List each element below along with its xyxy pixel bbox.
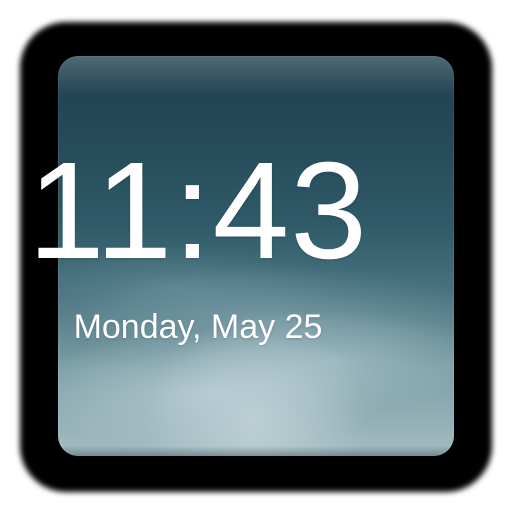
clock-date: Monday, May 25: [73, 308, 323, 346]
bottom-edge: [58, 446, 454, 456]
clock-time: 11:43: [27, 134, 369, 288]
gloss-highlight: [58, 56, 454, 96]
clock-widget-icon[interactable]: 11:43 Monday, May 25: [0, 0, 512, 512]
